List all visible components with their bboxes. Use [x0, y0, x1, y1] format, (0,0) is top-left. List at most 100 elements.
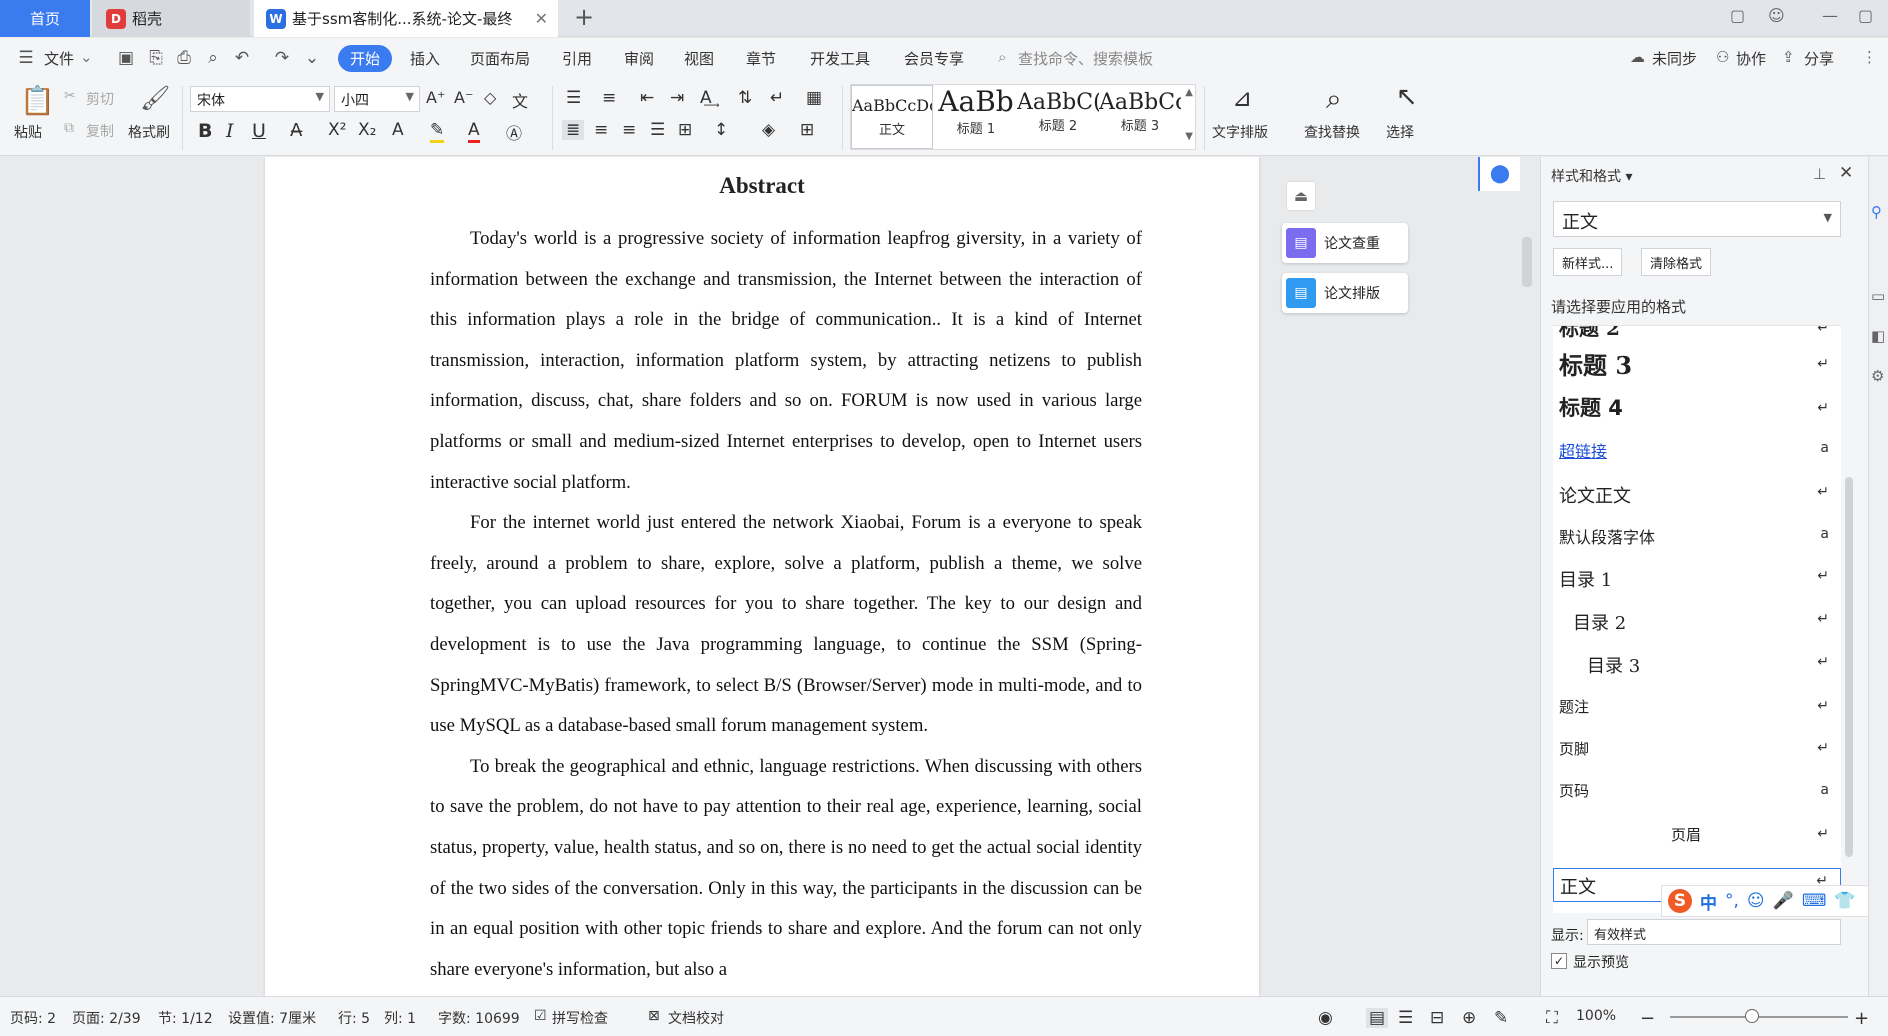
document-area[interactable]: Abstract Today's world is a progressive …: [0, 157, 1540, 996]
paragraph-2[interactable]: For the internet world just entered the …: [430, 503, 1142, 747]
text-layout-icon[interactable]: ⊿: [1232, 84, 1252, 112]
current-style-select[interactable]: 正文 ▼: [1553, 201, 1841, 237]
bullet-list-icon[interactable]: ☰: [566, 88, 581, 108]
plagiarism-check-button[interactable]: ▤ 论文查重: [1282, 223, 1408, 263]
style-item-header[interactable]: 页眉 ↵: [1553, 824, 1841, 858]
font-name-select[interactable]: 宋体 ▼: [190, 86, 330, 112]
properties-icon[interactable]: ▭: [1871, 287, 1885, 305]
scrollbar-thumb[interactable]: [1522, 237, 1532, 287]
reading-view-icon[interactable]: ⊟: [1430, 1008, 1444, 1028]
navigation-icon[interactable]: ◧: [1871, 327, 1885, 345]
highlight-icon[interactable]: ✎: [430, 120, 445, 143]
style-item-page-number[interactable]: 页码 a: [1553, 780, 1841, 814]
tab-chapter[interactable]: 章节: [746, 48, 776, 69]
copy-button[interactable]: 复制: [86, 121, 114, 141]
ime-toolbar[interactable]: S 中 °, ☺ 🎤 ⌨ 👕: [1661, 885, 1869, 917]
window-layout-icon[interactable]: ▢: [1730, 6, 1745, 25]
line-spacing-icon[interactable]: ↕: [714, 120, 728, 140]
superscript-icon[interactable]: X²: [328, 120, 346, 140]
tab-insert[interactable]: 插入: [410, 48, 440, 69]
paste-icon[interactable]: 📋: [20, 84, 55, 117]
tab-close-icon[interactable]: ✕: [535, 9, 548, 28]
style-list-scrollbar[interactable]: [1845, 477, 1853, 857]
paragraph-3[interactable]: To break the geographical and ethnic, la…: [430, 747, 1142, 991]
close-icon[interactable]: ✕: [1839, 163, 1853, 183]
cursor-icon[interactable]: ↖: [1396, 82, 1418, 112]
export-pdf-icon[interactable]: ⎘: [146, 48, 166, 68]
ime-lang[interactable]: 中: [1700, 889, 1717, 914]
zoom-slider[interactable]: [1670, 1016, 1848, 1018]
new-tab-icon[interactable]: +: [574, 3, 594, 31]
align-center-icon[interactable]: ≡: [594, 120, 608, 140]
numbered-list-icon[interactable]: ≡: [602, 88, 616, 108]
tab-member[interactable]: 会员专享: [904, 48, 964, 69]
select-button[interactable]: 选择: [1386, 122, 1414, 142]
tab-developer[interactable]: 开发工具: [810, 48, 870, 69]
collapse-icon[interactable]: ⏏: [1286, 181, 1316, 211]
thesis-layout-button[interactable]: ▤ 论文排版: [1282, 273, 1408, 313]
shading-icon[interactable]: ◈: [762, 120, 775, 140]
command-search-input[interactable]: 查找命令、搜索模板: [1018, 48, 1153, 69]
save-icon[interactable]: ▣: [116, 48, 136, 68]
pinyin-icon[interactable]: 文: [512, 88, 528, 112]
grow-font-icon[interactable]: A⁺: [426, 88, 445, 107]
file-menu[interactable]: 文件: [44, 48, 74, 69]
print-icon[interactable]: ⎙: [174, 48, 194, 68]
style-normal[interactable]: AaBbCcDc 正文: [851, 85, 933, 149]
text-effect-icon[interactable]: A: [392, 120, 404, 140]
text-layout-button[interactable]: 文字排版: [1212, 122, 1268, 142]
undo-icon[interactable]: ↶: [232, 48, 252, 68]
gallery-scroll-icon[interactable]: ▲: [1185, 87, 1193, 98]
format-painter-button[interactable]: 格式刷: [128, 122, 170, 142]
styles-pane-title[interactable]: 样式和格式 ▾: [1551, 166, 1632, 186]
clear-format-icon[interactable]: ◇: [484, 88, 496, 107]
tab-home[interactable]: 首页: [0, 0, 90, 37]
style-item-caption[interactable]: 题注 ↵: [1553, 696, 1841, 730]
avatar[interactable]: ☺: [1768, 6, 1785, 25]
redo-icon[interactable]: ↷: [272, 48, 292, 68]
style-item-heading-3[interactable]: 标题 3 ↵: [1553, 346, 1841, 386]
style-item-default-font[interactable]: 默认段落字体 a: [1553, 524, 1841, 558]
find-replace-button[interactable]: 查找替换: [1304, 122, 1360, 142]
document-page[interactable]: Abstract Today's world is a progressive …: [265, 157, 1259, 996]
punctuation-icon[interactable]: °,: [1725, 891, 1739, 911]
italic-icon[interactable]: I: [226, 120, 234, 142]
distribute-icon[interactable]: ⊞: [678, 120, 692, 140]
page-number-status[interactable]: 页码: 2: [10, 1008, 56, 1028]
style-heading-2[interactable]: AaBbC( 标题 2: [1017, 85, 1099, 149]
gallery-more-icon[interactable]: ▼: [1185, 131, 1193, 142]
show-marks-icon[interactable]: ↵: [770, 88, 784, 108]
font-size-select[interactable]: 小四 ▼: [334, 86, 420, 112]
style-item-toc-2[interactable]: 目录 2 ↵: [1553, 609, 1841, 643]
collab-button[interactable]: 协作: [1736, 48, 1766, 69]
align-left-icon[interactable]: ≣: [562, 120, 585, 140]
shrink-font-icon[interactable]: A⁻: [454, 88, 473, 107]
chinese-layout-icon[interactable]: A͢: [700, 88, 712, 108]
print-preview-icon[interactable]: ⌕: [203, 48, 223, 68]
fit-page-icon[interactable]: ⛶: [1546, 1008, 1558, 1028]
table-tools-icon[interactable]: ▦: [806, 88, 822, 108]
proofread-button[interactable]: 文档校对: [668, 1008, 724, 1028]
customize-icon[interactable]: ⌄: [302, 48, 322, 68]
char-border-icon[interactable]: Ⓐ: [506, 120, 522, 144]
style-item-thesis-body[interactable]: 论文正文 ↵: [1553, 482, 1841, 516]
borders-icon[interactable]: ⊞: [800, 120, 814, 140]
share-button[interactable]: 分享: [1804, 48, 1834, 69]
tab-start[interactable]: 开始: [338, 45, 393, 72]
word-count-status[interactable]: 字数: 10699: [438, 1008, 520, 1028]
setting-status[interactable]: 设置值: 7厘米: [228, 1008, 316, 1028]
zoom-in-icon[interactable]: +: [1854, 1008, 1869, 1029]
tab-review[interactable]: 审阅: [624, 48, 654, 69]
emoji-icon[interactable]: ☺: [1747, 891, 1765, 911]
page-view-icon[interactable]: ▤: [1366, 1008, 1389, 1028]
zoom-out-icon[interactable]: −: [1640, 1008, 1655, 1029]
increase-indent-icon[interactable]: ⇥: [670, 88, 684, 108]
location-pin-icon[interactable]: ⬤: [1478, 157, 1520, 191]
tab-view[interactable]: 视图: [684, 48, 714, 69]
magnifier-icon[interactable]: ⌕: [1326, 82, 1342, 116]
new-style-button[interactable]: 新样式...: [1553, 248, 1623, 276]
style-item-toc-3[interactable]: 目录 3 ↵: [1553, 652, 1841, 686]
show-preview-checkbox[interactable]: ✓: [1551, 953, 1567, 969]
strikethrough-icon[interactable]: A̶: [290, 120, 302, 141]
style-item-heading-2[interactable]: 标题 2 ↵: [1553, 326, 1841, 342]
